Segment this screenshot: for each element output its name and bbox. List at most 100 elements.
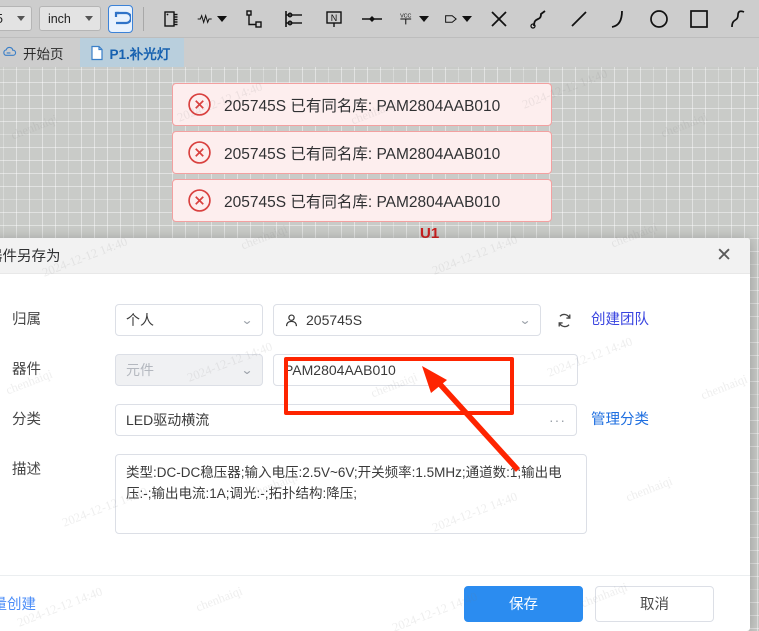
undo-button[interactable]	[107, 4, 134, 33]
draw-spline-button[interactable]	[726, 4, 752, 34]
category-value: LED驱动横流	[126, 412, 210, 428]
arc-icon	[611, 10, 623, 28]
device-type-select: 元件 ⌄	[115, 354, 263, 386]
description-textarea[interactable]: 类型:DC-DC稳压器;输入电压:2.5V~6V;开关频率:1.5MHz;通道数…	[115, 454, 587, 534]
save-button[interactable]: 保存	[464, 585, 583, 622]
footer-button-group: 保存 取消	[464, 585, 724, 622]
ellipsis-icon[interactable]: ···	[549, 412, 566, 428]
spline-icon	[731, 9, 745, 27]
place-power-button[interactable]: VCC	[397, 4, 430, 34]
owner-scope-select[interactable]: 个人 ⌄	[115, 304, 263, 336]
notification-stack: 205745S 已有同名库: PAM2804AAB010 205745S 已有同…	[172, 83, 552, 227]
dialog-title: 器件另存为	[0, 249, 61, 265]
place-netlabel-button[interactable]: N	[321, 4, 347, 34]
wire-node-icon	[530, 9, 546, 29]
junction-icon	[362, 15, 383, 22]
chevron-down-icon	[16, 16, 25, 21]
error-circle-icon	[188, 189, 211, 212]
svg-text:N: N	[331, 13, 338, 23]
place-chip-button[interactable]	[157, 4, 183, 34]
batch-create-link[interactable]: 批量创建	[0, 593, 36, 614]
chevron-down-icon: ⌄	[240, 363, 254, 377]
manage-category-link[interactable]: 管理分类	[591, 404, 649, 436]
resistor-icon	[197, 13, 212, 24]
create-team-link[interactable]: 创建团队	[591, 304, 649, 336]
refresh-icon	[558, 313, 570, 327]
form-row-category: 分类 LED驱动横流 ··· 管理分类	[0, 404, 750, 436]
place-wire-button[interactable]	[526, 4, 552, 34]
netlabel-n-icon: N	[326, 10, 343, 27]
circle-icon	[650, 9, 668, 28]
owner-user-select[interactable]: 205745S ⌄	[273, 304, 541, 336]
unit-select[interactable]: inch	[38, 6, 101, 31]
error-toast[interactable]: 205745S 已有同名库: PAM2804AAB010	[172, 83, 552, 126]
draw-line-button[interactable]	[566, 4, 592, 34]
tab-p1-label: P1.补光灯	[109, 46, 171, 62]
error-toast[interactable]: 205745S 已有同名库: PAM2804AAB010	[172, 179, 552, 222]
undo-icon	[114, 11, 131, 24]
category-select[interactable]: LED驱动横流 ···	[115, 404, 577, 436]
device-name-value: PAM2804AAB010	[284, 362, 396, 378]
owner-scope-value: 个人	[126, 312, 154, 328]
category-label: 分类	[12, 412, 41, 428]
document-icon	[90, 45, 103, 60]
place-resistor-button[interactable]	[197, 4, 228, 34]
place-bus-button[interactable]	[281, 4, 307, 34]
error-circle-icon	[188, 93, 211, 116]
refresh-button[interactable]	[551, 304, 577, 336]
chevron-down-icon	[419, 15, 430, 22]
no-connect-button[interactable]	[486, 4, 512, 34]
tab-home-label: 开始页	[23, 46, 64, 62]
toolbar-divider	[143, 6, 144, 31]
place-gate-button[interactable]	[443, 4, 472, 34]
line-icon	[571, 10, 587, 27]
application-window: 5 inch	[0, 0, 759, 631]
owner-label: 归属	[12, 312, 41, 328]
chevron-down-icon	[217, 15, 228, 22]
error-toast[interactable]: 205745S 已有同名库: PAM2804AAB010	[172, 131, 552, 174]
unit-value: inch	[47, 11, 71, 26]
dialog-body: 归属 个人 ⌄ 205745S ⌄ 创建团队 器件 元件 ⌄ PAM2804AA…	[0, 274, 750, 591]
draw-arc-button[interactable]	[606, 4, 632, 34]
form-row-device: 器件 元件 ⌄ PAM2804AAB010	[0, 354, 750, 386]
toolbar: 5 inch	[0, 0, 759, 38]
save-as-dialog: 器件另存为 ✕ 归属 个人 ⌄ 205745S ⌄	[0, 238, 750, 631]
error-toast-message: 205745S 已有同名库: PAM2804AAB010	[224, 193, 501, 211]
grid-size-select[interactable]: 5	[0, 6, 32, 31]
place-net-port-button[interactable]	[241, 4, 267, 34]
draw-circle-button[interactable]	[646, 4, 672, 34]
no-connect-icon	[491, 10, 507, 27]
chevron-down-icon: ⌄	[240, 313, 254, 327]
rectangle-icon	[690, 9, 708, 28]
error-toast-message: 205745S 已有同名库: PAM2804AAB010	[224, 145, 501, 163]
tab-bar: 开始页 P1.补光灯	[0, 38, 759, 67]
chevron-down-icon	[84, 16, 93, 21]
net-port-icon	[246, 9, 263, 28]
error-toast-message: 205745S 已有同名库: PAM2804AAB010	[224, 97, 501, 115]
user-icon	[286, 313, 297, 326]
chevron-down-icon: ⌄	[518, 313, 532, 327]
close-icon[interactable]: ✕	[712, 244, 736, 267]
tab-p1[interactable]: P1.补光灯	[79, 38, 185, 67]
device-name-input[interactable]: PAM2804AAB010	[273, 354, 578, 386]
draw-rectangle-button[interactable]	[686, 4, 712, 34]
gate-icon	[445, 14, 458, 23]
device-label: 器件	[12, 362, 41, 378]
cloud-icon	[3, 46, 17, 56]
dialog-header: 器件另存为 ✕	[0, 238, 750, 274]
owner-user-value: 205745S	[306, 312, 363, 328]
dialog-footer: 批量创建 保存 取消	[0, 575, 750, 631]
error-circle-icon	[188, 141, 211, 164]
bus-icon	[285, 10, 303, 27]
grid-size-value: 5	[0, 12, 3, 26]
vcc-power-icon: VCC	[400, 13, 412, 24]
chevron-down-icon	[462, 15, 472, 22]
device-type-value: 元件	[126, 362, 154, 378]
chip-icon	[164, 10, 178, 27]
form-row-description: 描述 类型:DC-DC稳压器;输入电压:2.5V~6V;开关频率:1.5MHz;…	[0, 454, 750, 534]
tab-home[interactable]: 开始页	[0, 38, 80, 67]
place-junction-button[interactable]	[359, 4, 385, 34]
cancel-button[interactable]: 取消	[595, 585, 714, 622]
form-row-owner: 归属 个人 ⌄ 205745S ⌄ 创建团队	[0, 304, 750, 336]
description-label: 描述	[12, 462, 41, 478]
